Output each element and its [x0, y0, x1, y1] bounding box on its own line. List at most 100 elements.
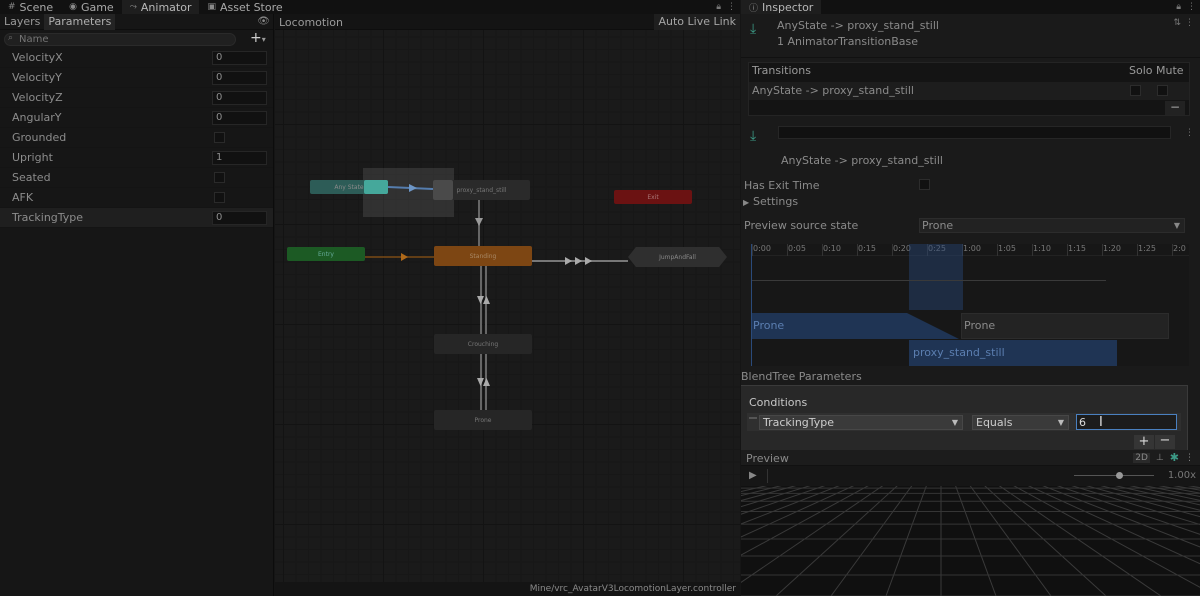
timeline-tick: 0:05	[787, 244, 806, 256]
tab-scene[interactable]: # Scene	[0, 0, 61, 14]
animator-icon: ⤳	[129, 2, 137, 12]
pivot-icon[interactable]: ⊥	[1156, 453, 1164, 463]
parameter-name: AFK	[12, 191, 34, 204]
tab-layers[interactable]: Layers	[0, 14, 44, 30]
timeline-tick: 2:0	[1172, 244, 1186, 256]
drag-handle-icon[interactable]	[749, 417, 757, 419]
floor-grid-line	[741, 486, 782, 497]
remove-transition-button[interactable]: −	[1165, 101, 1185, 115]
parameter-bool-checkbox[interactable]	[214, 132, 225, 143]
condition-value-input[interactable]	[1076, 414, 1177, 430]
avatar-figure-icon[interactable]: ✱	[1170, 451, 1179, 464]
kebab-menu-icon[interactable]: ⋮	[1185, 18, 1194, 28]
floor-grid-line	[941, 486, 1200, 596]
eye-icon[interactable]: 👁︎	[257, 16, 270, 27]
floor-grid-line	[1143, 486, 1200, 497]
state-exit[interactable]: Exit	[614, 190, 692, 204]
floor-grid-line	[941, 486, 1200, 596]
parameter-bool-checkbox[interactable]	[214, 192, 225, 203]
lock-icon[interactable]: 🔒︎	[716, 2, 721, 12]
kebab-menu-icon[interactable]: ⋮	[1187, 2, 1196, 12]
parameter-name: Upright	[12, 151, 53, 164]
parameter-row[interactable]: TrackingType 0	[0, 208, 273, 228]
parameter-row[interactable]: AngularY 0	[0, 108, 273, 128]
timeline-ruler: 0:00 0:05 0:10 0:15 0:20 0:25 1:00 1:05 1:10 1:15…	[751, 244, 1189, 256]
tab-parameters[interactable]: Parameters	[44, 13, 116, 30]
tab-scene-label: Scene	[19, 0, 54, 14]
parameter-row[interactable]: VelocityY 0	[0, 68, 273, 88]
tab-inspector[interactable]: ⓘ Inspector	[741, 0, 822, 14]
solo-checkbox[interactable]	[1130, 85, 1141, 96]
condition-parameter-dropdown[interactable]: TrackingType ▼	[759, 415, 963, 430]
destination-clip-bar[interactable]: proxy_stand_still	[909, 340, 1117, 366]
inspector-tab-controls: 🔒︎ ⋮	[1176, 0, 1196, 14]
inspector-header: ⤓ AnyState -> proxy_stand_still 1 Animat…	[741, 14, 1200, 58]
speed-slider-track[interactable]	[1074, 475, 1154, 476]
transition-timeline[interactable]: 0:00 0:05 0:10 0:15 0:20 0:25 1:00 1:05 1:10 1:15…	[751, 244, 1189, 366]
mute-checkbox[interactable]	[1157, 85, 1168, 96]
kebab-menu-icon[interactable]: ⋮	[1185, 128, 1194, 138]
floor-grid-line	[741, 486, 884, 583]
parameter-row[interactable]: Upright 1	[0, 148, 273, 168]
parameter-search-input[interactable]	[19, 33, 219, 45]
parameter-row[interactable]: Grounded	[0, 128, 273, 148]
parameter-row[interactable]: VelocityX 0	[0, 48, 273, 68]
parameter-row[interactable]: AFK	[0, 188, 273, 208]
state-entry[interactable]: Entry	[287, 247, 365, 261]
transition-links	[365, 184, 628, 410]
parameter-name: VelocityX	[12, 51, 63, 64]
search-icon: ⌕	[8, 32, 14, 43]
parameter-value-field[interactable]: 0	[212, 71, 267, 85]
kebab-menu-icon[interactable]: ⋮	[727, 2, 736, 12]
parameter-bool-checkbox[interactable]	[214, 172, 225, 183]
conditions-panel: Conditions TrackingType ▼ Equals ▼ I + −	[741, 385, 1188, 451]
parameter-name: TrackingType	[12, 211, 84, 224]
preset-icon[interactable]: ⇅	[1173, 18, 1181, 28]
speed-slider-handle[interactable]	[1116, 472, 1123, 479]
parameter-value-field[interactable]: 0	[212, 51, 267, 65]
transition-name-field[interactable]	[778, 126, 1171, 139]
tab-game[interactable]: ◉ Game	[61, 0, 122, 14]
parameter-value-field[interactable]: 0	[212, 111, 267, 125]
condition-mode-dropdown[interactable]: Equals ▼	[972, 415, 1069, 430]
state-standing[interactable]: Standing	[434, 246, 532, 266]
preview-speed: 1.00x	[1167, 470, 1196, 481]
remove-condition-button[interactable]: −	[1155, 434, 1175, 449]
parameter-row[interactable]: VelocityZ 0	[0, 88, 273, 108]
parameter-search-box: ⌕	[4, 32, 236, 46]
state-proxy-highlight	[433, 180, 453, 200]
foldout-arrow-icon[interactable]: ▶	[743, 198, 749, 207]
transition-range[interactable]	[909, 244, 963, 310]
add-condition-button[interactable]: +	[1134, 435, 1154, 449]
lock-icon[interactable]: 🔒︎	[1176, 2, 1181, 12]
parameter-row[interactable]: Seated	[0, 168, 273, 188]
play-icon[interactable]: ▶	[749, 470, 757, 481]
state-crouching[interactable]: Crouching	[434, 334, 532, 354]
preview-source-state-dropdown[interactable]: Prone ▼	[919, 218, 1185, 233]
play-track[interactable]	[767, 469, 768, 483]
has-exit-time-checkbox[interactable]	[919, 179, 930, 190]
settings-foldout[interactable]: Settings	[753, 195, 798, 208]
timeline-playhead[interactable]	[751, 244, 752, 366]
preview-2d-toggle[interactable]: 2D	[1133, 452, 1150, 463]
dropdown-arrow-icon: ▼	[951, 418, 958, 427]
transitions-header: Transitions Solo Mute	[749, 63, 1189, 77]
parameter-value-field[interactable]: 1	[212, 151, 267, 165]
state-jump-and-fall[interactable]: JumpAndFall	[628, 247, 727, 267]
tab-animator[interactable]: ⤳ Animator	[121, 0, 200, 14]
tab-animator-label: Animator	[140, 0, 192, 14]
kebab-menu-icon[interactable]: ⋮	[1185, 453, 1194, 463]
inspector-tab-bar: ⓘ Inspector 🔒︎ ⋮	[741, 0, 1200, 14]
animator-graph[interactable]: Locomotion Auto Live Link Any State prox…	[275, 14, 740, 596]
parameter-value-field[interactable]: 0	[212, 211, 267, 225]
add-parameter-button[interactable]: +▾	[250, 31, 266, 46]
transition-row[interactable]: AnyState -> proxy_stand_still	[749, 82, 1189, 100]
preview-viewport[interactable]	[741, 486, 1200, 596]
has-exit-time-label: Has Exit Time	[744, 179, 820, 192]
state-prone[interactable]: Prone	[434, 410, 532, 430]
parameter-value-field[interactable]: 0	[212, 91, 267, 105]
tab-asset-store[interactable]: ▣ Asset Store	[199, 0, 290, 14]
parameter-name: Grounded	[12, 131, 67, 144]
preview-source-state-value: Prone	[922, 219, 954, 232]
timeline-tick: 1:20	[1102, 244, 1121, 256]
